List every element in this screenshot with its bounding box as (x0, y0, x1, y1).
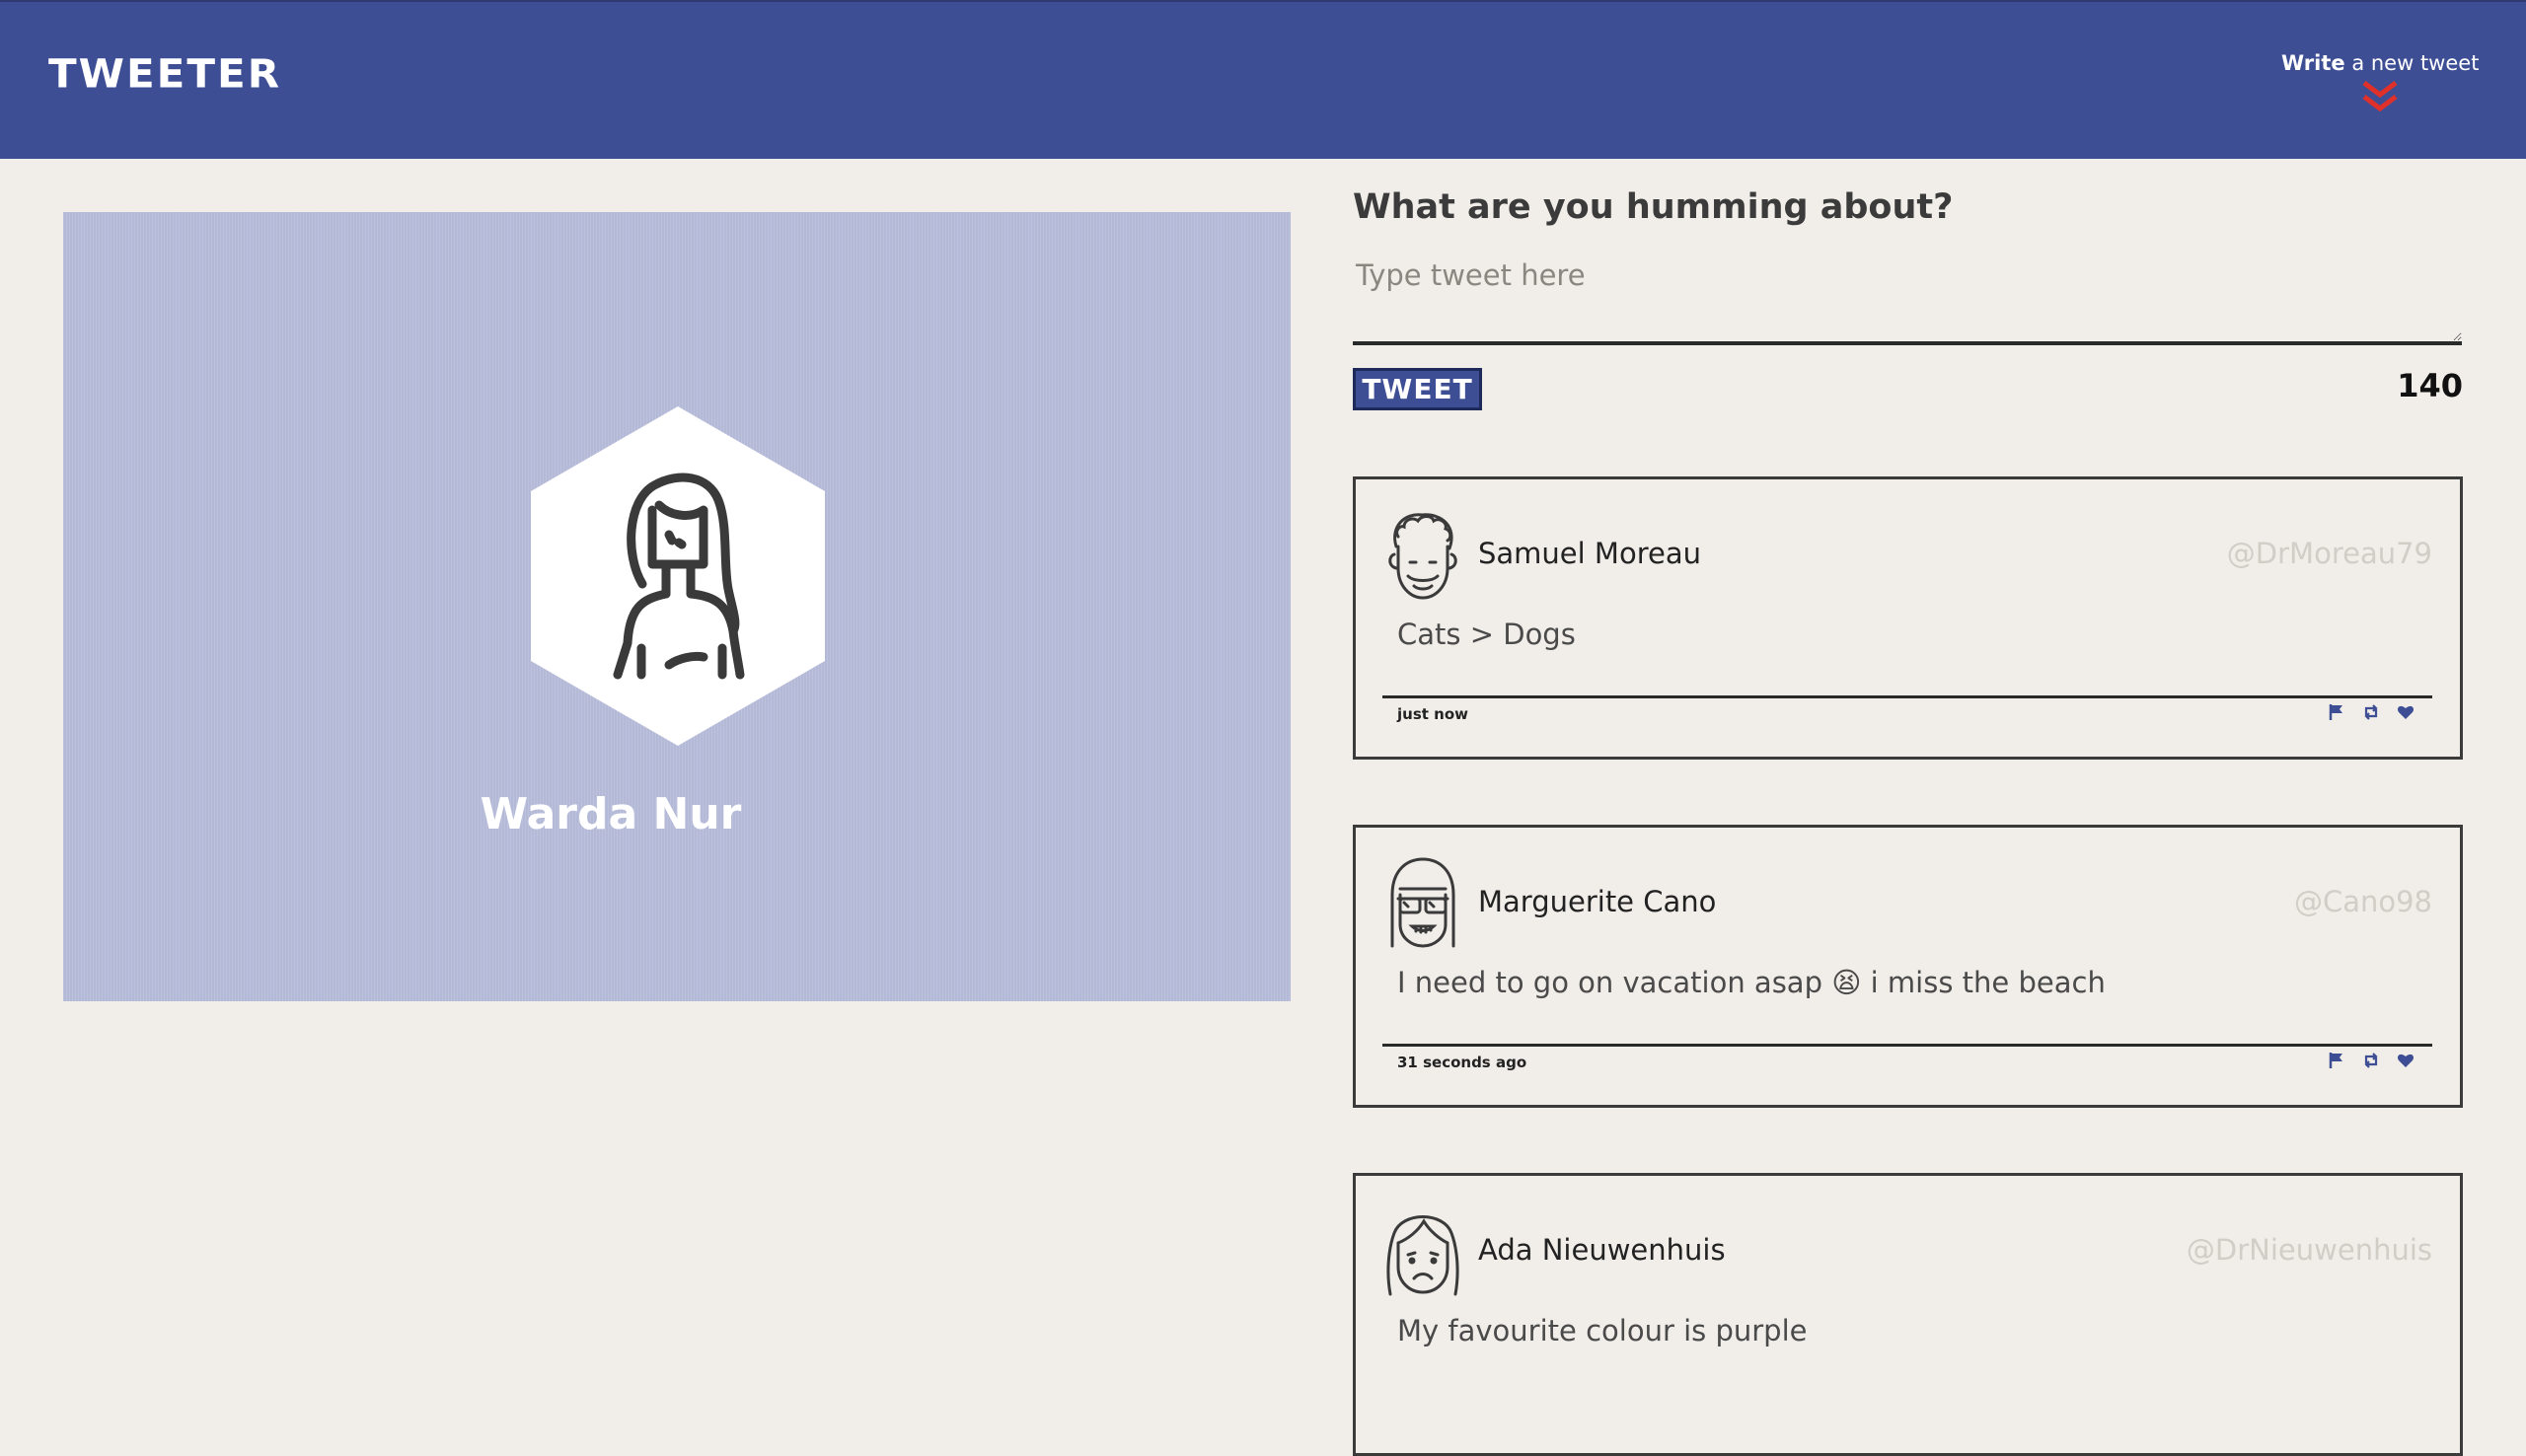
write-new-tweet-toggle[interactable]: Write a new tweet (2281, 51, 2479, 125)
tweet-handle: @Cano98 (2293, 885, 2432, 918)
profile-card: Warda Nur (63, 212, 1291, 1001)
heart-icon[interactable] (2397, 703, 2415, 721)
tweet-handle: @DrMoreau79 (2226, 537, 2432, 570)
tweet-author: Samuel Moreau (1478, 537, 1701, 570)
tweet-card: Ada Nieuwenhuis @DrNieuwenhuis My favour… (1353, 1173, 2463, 1456)
retweet-icon[interactable] (2362, 1052, 2380, 1069)
top-nav: TWEETER Write a new tweet (0, 0, 2526, 159)
sad-woman-avatar-icon (1386, 1215, 1459, 1296)
profile-avatar (531, 406, 825, 746)
tweet-actions (2328, 1052, 2415, 1069)
heart-icon[interactable] (2397, 1052, 2415, 1069)
tweet-author: Marguerite Cano (1478, 885, 1717, 918)
tweet-timestamp: 31 seconds ago (1397, 1054, 1527, 1071)
character-counter: 140 (2397, 367, 2463, 404)
double-chevron-down-icon (2362, 81, 2398, 112)
tweet-body: Cats > Dogs (1397, 618, 1576, 651)
curly-hair-man-avatar-icon (1388, 513, 1457, 600)
compose-heading: What are you humming about? (1353, 187, 1954, 227)
tweet-body: My favourite colour is purple (1397, 1314, 1808, 1347)
tweet-input[interactable] (1353, 258, 2462, 345)
write-new-tweet-label: Write a new tweet (2281, 51, 2480, 75)
profile-name: Warda Nur (480, 789, 742, 839)
tweet-handle: @DrNieuwenhuis (2186, 1233, 2432, 1267)
tweet-timestamp: just now (1397, 705, 1468, 723)
flag-icon[interactable] (2328, 1052, 2345, 1069)
tweet-author: Ada Nieuwenhuis (1478, 1233, 1726, 1267)
sunglasses-girl-avatar-icon (1390, 857, 1455, 948)
tweet-divider (1382, 1044, 2432, 1047)
brand-logo[interactable]: TWEETER (48, 50, 281, 97)
tweet-divider (1382, 695, 2432, 698)
retweet-icon[interactable] (2362, 703, 2380, 721)
flag-icon[interactable] (2328, 703, 2345, 721)
tweet-body: I need to go on vacation asap 😫 i miss t… (1397, 966, 2106, 999)
tweet-button[interactable]: TWEET (1353, 368, 1482, 410)
tweet-card: Samuel Moreau @DrMoreau79 Cats > Dogs ju… (1353, 476, 2463, 760)
tweet-actions (2328, 703, 2415, 721)
tweet-card: Marguerite Cano @Cano98 I need to go on … (1353, 825, 2463, 1108)
